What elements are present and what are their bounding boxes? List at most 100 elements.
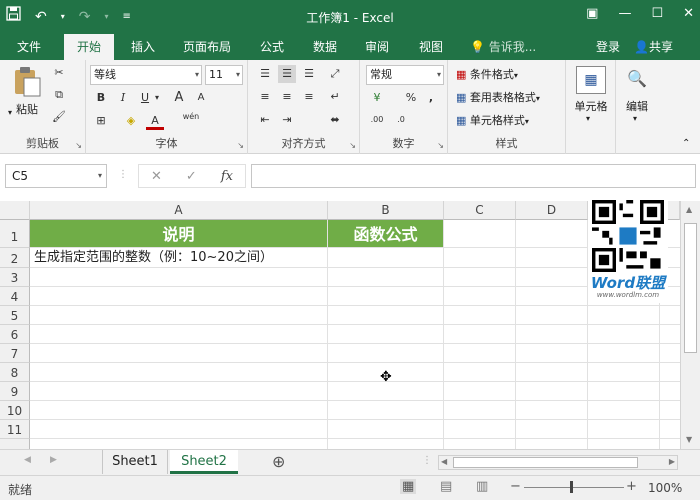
- font-color-button[interactable]: A: [146, 112, 164, 130]
- cut-icon[interactable]: ✂: [50, 64, 68, 82]
- cell-a2[interactable]: 生成指定范围的整数（例：10~20之间）: [34, 249, 273, 267]
- zoom-in-icon[interactable]: +: [626, 479, 637, 494]
- page-break-view-icon[interactable]: ▥: [476, 479, 488, 494]
- sheet-tab-sheet1[interactable]: Sheet1: [102, 450, 168, 474]
- row-header-7[interactable]: 7: [0, 344, 30, 363]
- maximize-icon[interactable]: ☐: [651, 6, 663, 21]
- row-header-8[interactable]: 8: [0, 363, 30, 382]
- prev-sheet-icon[interactable]: ◀: [24, 455, 31, 465]
- horizontal-scroll-thumb[interactable]: [453, 457, 638, 468]
- cancel-icon[interactable]: ✕: [151, 169, 162, 184]
- formula-input[interactable]: [251, 164, 696, 188]
- vertical-scrollbar[interactable]: ▲ ▼: [680, 201, 700, 449]
- tab-review[interactable]: 审阅: [354, 34, 400, 60]
- scroll-up-icon[interactable]: ▲: [686, 205, 692, 214]
- alignment-launcher-icon[interactable]: ↘: [349, 141, 356, 150]
- horizontal-scrollbar[interactable]: ◀ ▶: [438, 455, 678, 470]
- align-left-icon[interactable]: ≡: [256, 88, 274, 106]
- paste-button[interactable]: 粘贴: [10, 66, 44, 117]
- name-box[interactable]: C5 ▾: [5, 164, 107, 188]
- align-right-icon[interactable]: ≡: [300, 88, 318, 106]
- format-as-table-button[interactable]: ▦ 套用表格格式▾: [456, 89, 540, 105]
- cell-styles-button[interactable]: ▦ 单元格样式▾: [456, 112, 529, 128]
- bold-button[interactable]: B: [92, 89, 110, 107]
- number-format-combo[interactable]: 常规 ▾: [366, 65, 444, 85]
- tab-splitter-icon[interactable]: ⋮: [422, 455, 432, 466]
- scroll-right-icon[interactable]: ▶: [669, 457, 675, 466]
- column-header-c[interactable]: C: [444, 201, 516, 220]
- row-header-1[interactable]: 1: [0, 220, 30, 248]
- percent-button[interactable]: %: [402, 89, 420, 107]
- fill-color-icon[interactable]: ◈: [122, 112, 140, 130]
- row-header-4[interactable]: 4: [0, 287, 30, 306]
- row-header-9[interactable]: 9: [0, 382, 30, 401]
- sheet-tab-sheet2[interactable]: Sheet2: [170, 450, 238, 474]
- borders-icon[interactable]: ⊞: [92, 112, 110, 130]
- row-header-5[interactable]: 5: [0, 306, 30, 325]
- clipboard-launcher-icon[interactable]: ↘: [75, 141, 82, 150]
- grow-font-button[interactable]: A: [170, 89, 188, 107]
- share-button[interactable]: 👤共享: [634, 34, 673, 60]
- decrease-indent-icon[interactable]: ⇤: [256, 111, 274, 129]
- tell-me-search[interactable]: 💡 告诉我...: [470, 34, 536, 60]
- align-middle-icon[interactable]: ☰: [278, 65, 296, 83]
- align-center-icon[interactable]: ≡: [278, 88, 296, 106]
- minimize-icon[interactable]: —: [618, 6, 631, 21]
- cell-a1[interactable]: 说明: [30, 220, 327, 247]
- enter-icon[interactable]: ✓: [186, 169, 197, 184]
- next-sheet-icon[interactable]: ▶: [50, 455, 57, 465]
- increase-decimal-icon[interactable]: .00: [368, 111, 386, 129]
- column-header-d[interactable]: D: [516, 201, 588, 220]
- currency-icon[interactable]: ¥: [368, 89, 386, 107]
- tab-insert[interactable]: 插入: [120, 34, 166, 60]
- add-sheet-icon[interactable]: ⊕: [272, 452, 285, 471]
- zoom-slider-thumb[interactable]: [570, 481, 573, 493]
- number-launcher-icon[interactable]: ↘: [437, 141, 444, 150]
- wrap-text-icon[interactable]: ↵: [326, 88, 344, 106]
- row-header-3[interactable]: 3: [0, 268, 30, 287]
- login-button[interactable]: 登录: [596, 34, 620, 60]
- underline-dropdown-icon[interactable]: ▾: [152, 89, 162, 107]
- font-launcher-icon[interactable]: ↘: [237, 141, 244, 150]
- decrease-decimal-icon[interactable]: .0: [392, 111, 410, 129]
- tab-page-layout[interactable]: 页面布局: [174, 34, 240, 60]
- tab-home[interactable]: 开始: [64, 34, 114, 60]
- select-all-corner[interactable]: [0, 201, 30, 220]
- increase-indent-icon[interactable]: ⇥: [278, 111, 296, 129]
- insert-function-icon[interactable]: fx: [221, 169, 233, 184]
- vertical-scroll-thumb[interactable]: [684, 223, 697, 353]
- row-header-6[interactable]: 6: [0, 325, 30, 344]
- row-header-11[interactable]: 11: [0, 420, 30, 439]
- row-header-12[interactable]: [0, 439, 30, 449]
- worksheet-grid[interactable]: A B C D 1 2 3 4 5 6 7 8 9 10 11 说明 函数公式 …: [0, 201, 680, 449]
- column-header-a[interactable]: A: [30, 201, 328, 220]
- normal-view-icon[interactable]: ▦: [400, 479, 417, 494]
- merge-center-icon[interactable]: ⬌: [326, 111, 344, 129]
- format-painter-icon[interactable]: 🖌: [50, 108, 68, 126]
- zoom-slider[interactable]: [524, 487, 624, 488]
- tab-data[interactable]: 数据: [302, 34, 348, 60]
- row-header-10[interactable]: 10: [0, 401, 30, 420]
- collapse-ribbon-icon[interactable]: ⌃: [682, 138, 690, 149]
- align-bottom-icon[interactable]: ☰: [300, 65, 318, 83]
- copy-icon[interactable]: ⧉: [50, 86, 68, 104]
- tab-formulas[interactable]: 公式: [250, 34, 294, 60]
- close-icon[interactable]: ✕: [683, 6, 694, 21]
- tab-view[interactable]: 视图: [408, 34, 454, 60]
- page-layout-view-icon[interactable]: ▤: [440, 479, 452, 494]
- conditional-formatting-button[interactable]: ▦ 条件格式▾: [456, 66, 518, 82]
- zoom-level[interactable]: 100%: [648, 481, 682, 495]
- orientation-icon[interactable]: ⤢: [326, 65, 344, 83]
- zoom-out-icon[interactable]: −: [510, 479, 521, 494]
- row-header-2[interactable]: 2: [0, 248, 30, 268]
- splitter-handle-icon[interactable]: ⋮: [118, 169, 128, 180]
- editing-group[interactable]: 🔍 编辑 ▾: [616, 60, 658, 154]
- column-header-b[interactable]: B: [328, 201, 444, 220]
- font-name-combo[interactable]: 等线 ▾: [90, 65, 202, 85]
- tab-file[interactable]: 文件: [6, 34, 52, 60]
- ribbon-display-icon[interactable]: ▣: [586, 6, 598, 21]
- font-size-combo[interactable]: 11 ▾: [205, 65, 243, 85]
- paste-dropdown-icon[interactable]: ▾: [8, 108, 12, 117]
- scroll-down-icon[interactable]: ▼: [686, 435, 692, 444]
- phonetic-button[interactable]: wén: [182, 108, 200, 126]
